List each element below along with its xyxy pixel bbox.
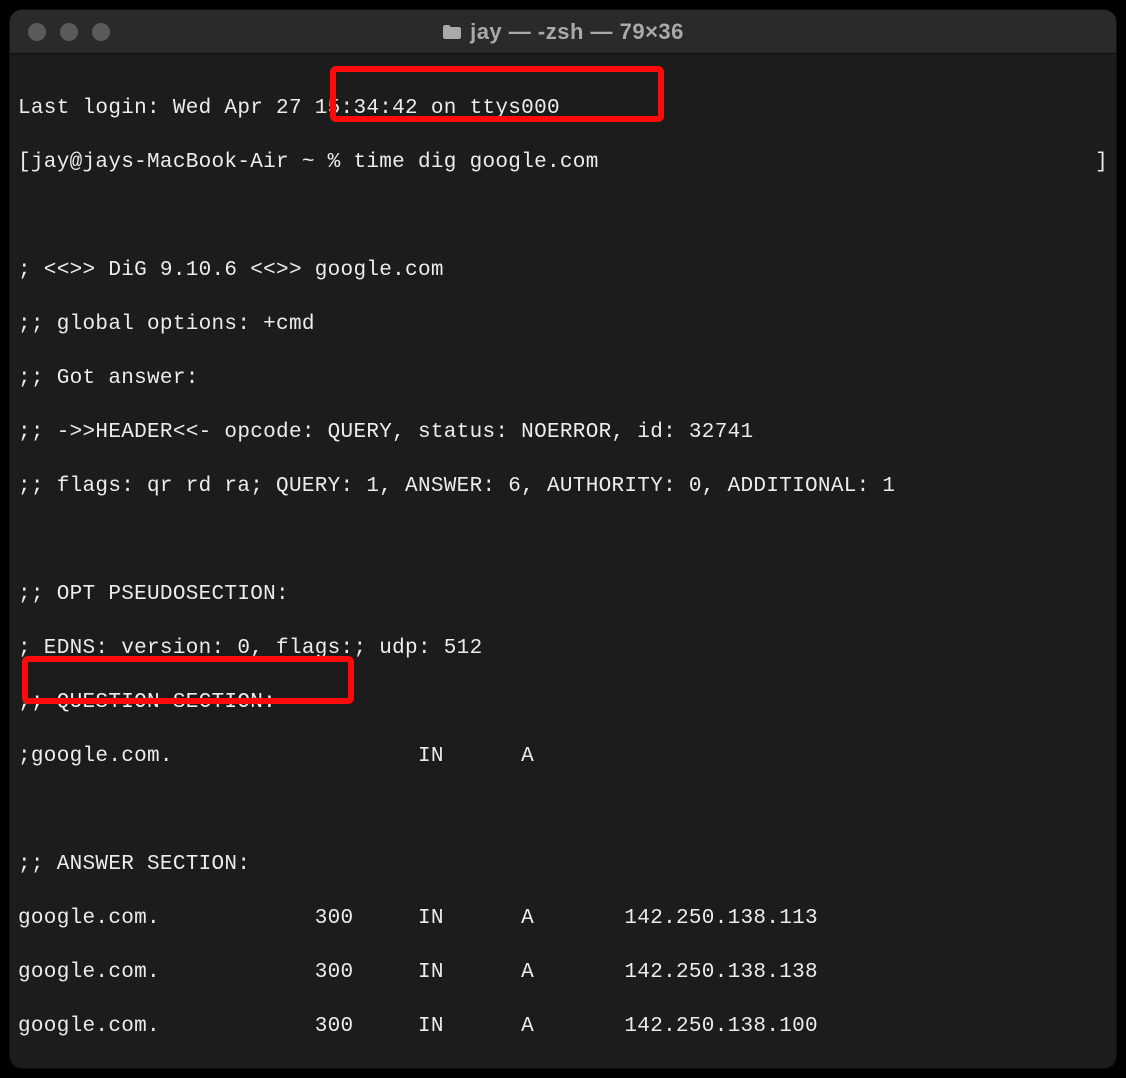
terminal-output-line: ;; ->>HEADER<<- opcode: QUERY, status: N… [18, 419, 1108, 446]
traffic-lights [28, 23, 110, 41]
terminal-output-line: ;; global options: +cmd [18, 311, 1108, 338]
command-text: time dig google.com [341, 151, 599, 174]
folder-icon [442, 24, 462, 40]
close-icon[interactable] [28, 23, 46, 41]
answer-row: google.com. 300 IN A 142.250.138.138 [18, 959, 1108, 986]
terminal-output-line: ;; ANSWER SECTION: [18, 851, 1108, 878]
terminal-output-line: ; EDNS: version: 0, flags:; udp: 512 [18, 635, 1108, 662]
zoom-icon[interactable] [92, 23, 110, 41]
answer-row: google.com. 300 IN A 142.250.138.113 [18, 905, 1108, 932]
answer-row: google.com. 300 IN A 142.250.138.100 [18, 1013, 1108, 1040]
prompt-prefix: [jay@jays-MacBook-Air ~ % [18, 151, 341, 174]
minimize-icon[interactable] [60, 23, 78, 41]
terminal-output-line: ;; QUESTION SECTION: [18, 689, 1108, 716]
terminal-output-line: ; <<>> DiG 9.10.6 <<>> google.com [18, 257, 1108, 284]
terminal-window: jay — -zsh — 79×36 Last login: Wed Apr 2… [10, 10, 1116, 1068]
answer-row: google.com. 300 IN A 142.250.138.101 [18, 1067, 1108, 1068]
blank-line [18, 527, 1108, 554]
terminal-output-line: ;; flags: qr rd ra; QUERY: 1, ANSWER: 6,… [18, 473, 1108, 500]
terminal-body[interactable]: Last login: Wed Apr 27 15:34:42 on ttys0… [10, 54, 1116, 1068]
terminal-output-line: ;; Got answer: [18, 365, 1108, 392]
blank-line [18, 203, 1108, 230]
window-title: jay — -zsh — 79×36 [470, 19, 684, 45]
terminal-output-line: ;google.com. IN A [18, 743, 1108, 770]
prompt-suffix: ] [1095, 149, 1108, 176]
terminal-output-line: Last login: Wed Apr 27 15:34:42 on ttys0… [18, 95, 1108, 122]
titlebar[interactable]: jay — -zsh — 79×36 [10, 10, 1116, 54]
terminal-output-line: ;; OPT PSEUDOSECTION: [18, 581, 1108, 608]
prompt-line: [jay@jays-MacBook-Air ~ % time dig googl… [18, 149, 1108, 176]
blank-line [18, 797, 1108, 824]
